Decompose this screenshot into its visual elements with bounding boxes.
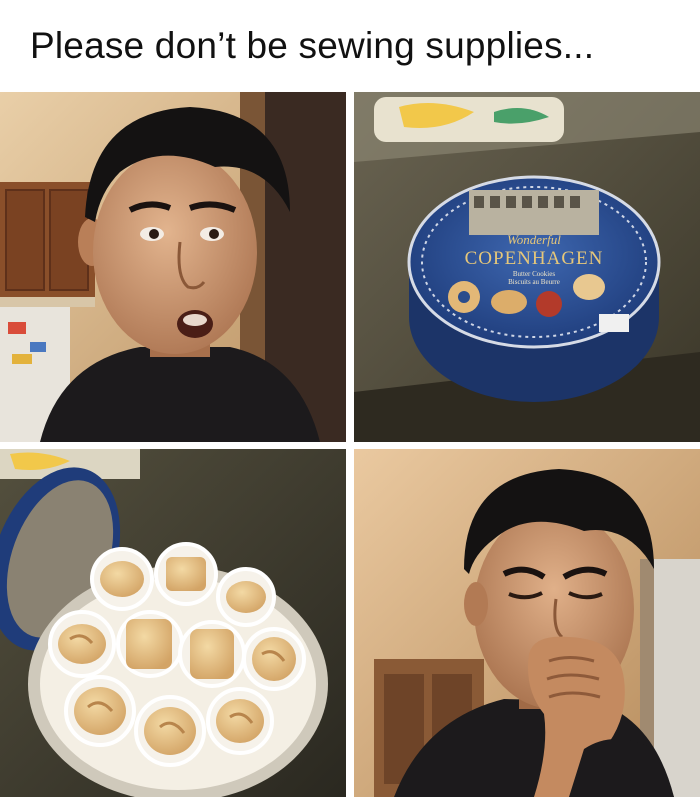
tin-sub-line2: Biscuits au Beurre (508, 278, 560, 286)
open-cookie-tin-photo (0, 449, 346, 797)
panel-crying-face (354, 449, 700, 797)
panel-surprised-face (0, 92, 346, 442)
photo-grid: Wonderful COPENHAGEN Butter Cookies Bisc… (0, 92, 700, 797)
tin-brand-line2: COPENHAGEN (465, 248, 604, 269)
cookie-tin-photo: Wonderful COPENHAGEN Butter Cookies Bisc… (354, 92, 700, 442)
panel-open-tin (0, 449, 346, 797)
tin-sub-line1: Butter Cookies (513, 270, 555, 278)
panel-cookie-tin: Wonderful COPENHAGEN Butter Cookies Bisc… (354, 92, 700, 442)
surprised-face-photo (0, 92, 346, 442)
meme-caption: Please don’t be sewing supplies... (30, 25, 595, 66)
crying-face-photo (354, 449, 700, 797)
tin-brand-line1: Wonderful (507, 232, 561, 247)
